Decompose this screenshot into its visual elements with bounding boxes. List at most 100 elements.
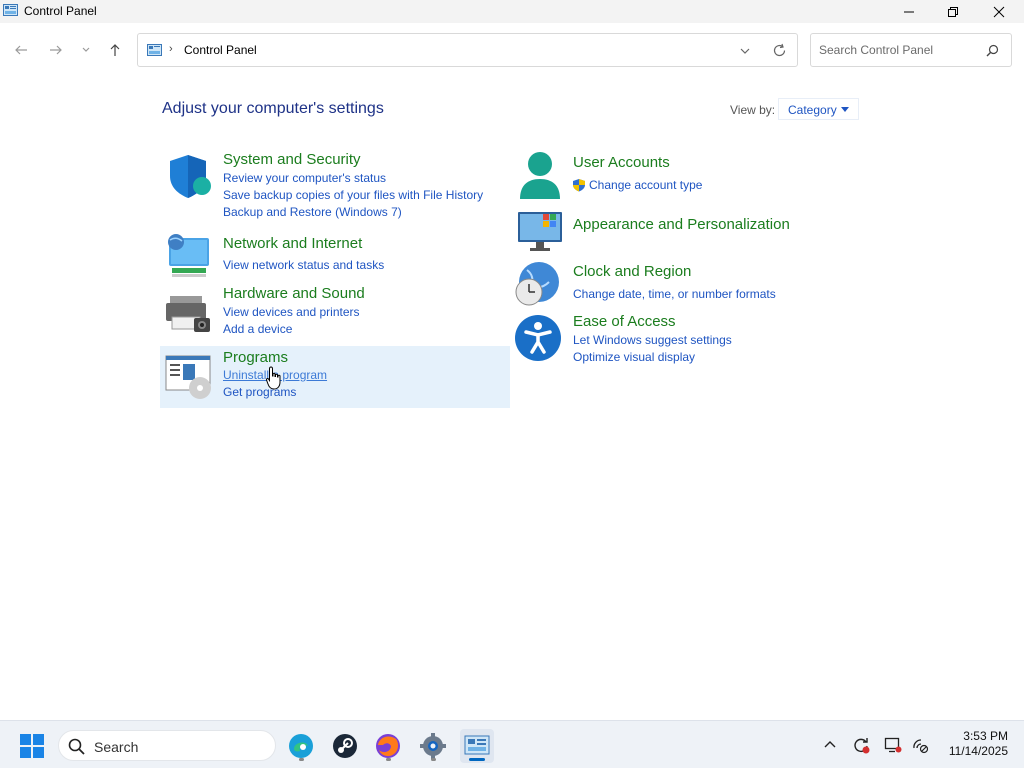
control-panel-icon [3, 4, 18, 16]
control-panel-window: Control Panel › Control Panel Search Con… [0, 0, 1024, 720]
show-hidden-icons-button[interactable] [820, 735, 840, 755]
forward-button[interactable] [45, 39, 67, 61]
navigation-bar: › Control Panel Search Control Panel [0, 23, 1024, 77]
display-icon [884, 737, 902, 753]
close-button[interactable] [976, 0, 1022, 23]
taskbar-edge[interactable] [284, 729, 318, 763]
arrow-left-icon [15, 45, 27, 55]
taskbar-search-label: Search [94, 739, 139, 755]
taskbar-control-panel[interactable] [460, 729, 494, 763]
category-title[interactable]: Hardware and Sound [223, 285, 365, 302]
network-icon [168, 234, 209, 277]
update-icon [854, 738, 870, 754]
uac-shield-icon [573, 179, 585, 192]
category-title[interactable]: System and Security [223, 151, 361, 168]
taskbar-firefox[interactable] [371, 729, 405, 763]
breadcrumb-separator[interactable]: › [169, 43, 173, 55]
running-indicator [386, 758, 391, 761]
category-appearance: Appearance and Personalization [513, 206, 863, 254]
chevron-down-icon[interactable] [738, 44, 752, 58]
restore-button[interactable] [930, 0, 976, 23]
up-button[interactable] [104, 39, 126, 61]
monitor-icon [518, 212, 562, 251]
category-title[interactable]: Clock and Region [573, 263, 691, 280]
network-disconnected-icon [913, 739, 929, 754]
minimize-icon [904, 11, 914, 12]
link-devices-printers[interactable]: View devices and printers [223, 305, 360, 319]
shield-icon [170, 155, 211, 198]
category-user-accounts: User Accounts Change account type [513, 150, 863, 202]
taskbar-steam[interactable] [328, 729, 362, 763]
view-by-dropdown[interactable]: Category [778, 98, 859, 120]
link-review-status[interactable]: Review your computer's status [223, 171, 386, 185]
link-network-status[interactable]: View network status and tasks [223, 258, 384, 272]
link-get-programs[interactable]: Get programs [223, 385, 296, 399]
back-button[interactable] [10, 39, 32, 61]
category-clock-region: Clock and Region Change date, time, or n… [513, 260, 863, 308]
category-title[interactable]: User Accounts [573, 154, 670, 171]
window-title: Control Panel [24, 4, 97, 18]
restore-icon [948, 6, 958, 17]
taskbar-settings[interactable] [416, 729, 450, 763]
view-by-value: Category [788, 103, 837, 117]
taskbar-search[interactable]: Search [58, 730, 276, 761]
steam-icon [333, 734, 357, 758]
system-clock[interactable]: 3:53 PM 11/14/2025 [938, 729, 1008, 759]
user-icon [520, 152, 560, 199]
recent-locations-button[interactable] [75, 39, 97, 61]
address-bar[interactable]: › Control Panel [137, 33, 798, 67]
hand-cursor-icon [266, 366, 281, 390]
control-panel-icon [464, 735, 490, 755]
link-date-time-formats[interactable]: Change date, time, or number formats [573, 287, 776, 301]
category-hardware-sound: Hardware and Sound View devices and prin… [160, 284, 510, 340]
dropdown-arrow-icon [841, 107, 849, 112]
page-title: Adjust your computer's settings [162, 100, 384, 117]
link-backup-restore[interactable]: Backup and Restore (Windows 7) [223, 205, 402, 219]
edge-icon [289, 734, 313, 758]
printer-icon [166, 296, 210, 332]
tray-display[interactable] [883, 735, 903, 755]
accessibility-icon [515, 315, 561, 361]
search-input[interactable]: Search Control Panel [810, 33, 1012, 67]
firefox-icon [376, 734, 400, 758]
arrow-right-icon [50, 45, 62, 55]
clock-globe-icon [515, 262, 559, 306]
chevron-down-icon [82, 47, 90, 52]
minimize-button[interactable] [886, 0, 932, 23]
link-file-history[interactable]: Save backup copies of your files with Fi… [223, 188, 483, 202]
breadcrumb-control-panel[interactable]: Control Panel [184, 43, 257, 57]
clock-date: 11/14/2025 [948, 744, 1008, 758]
view-by-label: View by: [730, 103, 776, 117]
category-title[interactable]: Appearance and Personalization [573, 216, 790, 233]
category-programs[interactable]: Programs Uninstall a program Get program… [160, 346, 510, 408]
settings-icon [420, 733, 446, 759]
clock-time: 3:53 PM [963, 729, 1008, 743]
windows-start-icon[interactable] [20, 734, 44, 758]
programs-icon [165, 355, 211, 399]
category-title[interactable]: Network and Internet [223, 235, 362, 252]
category-title[interactable]: Programs [223, 349, 288, 366]
chevron-up-icon [824, 741, 836, 748]
search-placeholder: Search Control Panel [819, 43, 934, 57]
search-icon [68, 738, 85, 755]
title-bar: Control Panel [0, 0, 1024, 23]
category-system-security: System and Security Review your computer… [160, 150, 510, 220]
link-windows-suggest-settings[interactable]: Let Windows suggest settings [573, 333, 732, 347]
taskbar: Search 3:53 PM 11/14/2025 [0, 720, 1024, 768]
refresh-icon[interactable] [772, 43, 787, 58]
running-indicator [431, 758, 436, 761]
category-title[interactable]: Ease of Access [573, 313, 676, 330]
running-indicator [299, 758, 304, 761]
category-ease-of-access: Ease of Access Let Windows suggest setti… [513, 312, 863, 364]
category-network-internet: Network and Internet View network status… [160, 234, 510, 280]
link-optimize-visual-display[interactable]: Optimize visual display [573, 350, 695, 364]
tray-update[interactable] [851, 735, 871, 755]
search-icon [986, 44, 999, 57]
close-icon [993, 6, 1005, 17]
tray-network[interactable] [910, 735, 930, 755]
arrow-up-icon [110, 44, 120, 56]
link-change-account-type[interactable]: Change account type [589, 178, 702, 192]
active-indicator [469, 758, 485, 761]
control-panel-icon [147, 44, 162, 56]
link-add-device[interactable]: Add a device [223, 322, 292, 336]
